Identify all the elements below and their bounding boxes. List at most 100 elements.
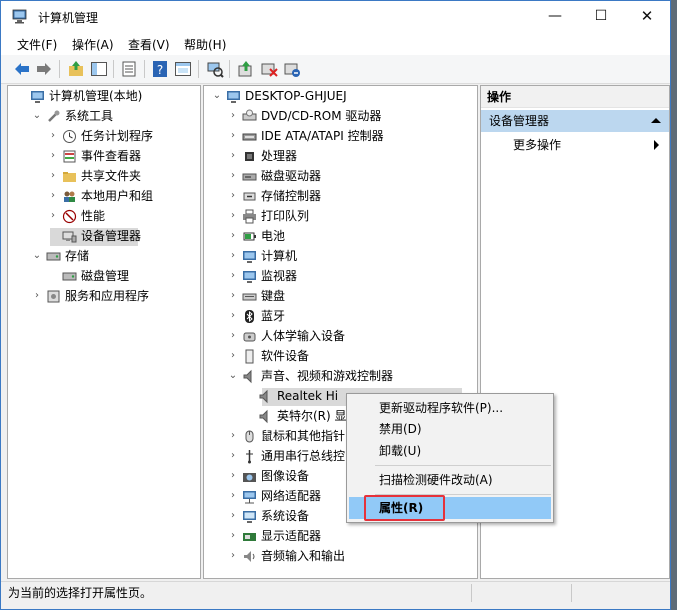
actions-header: 操作 [481,86,669,108]
computer-management-icon [12,9,27,24]
device-tree-item-label: DESKTOP-GHJUEJ [245,89,347,103]
device-tree-item-label: IDE ATA/ATAPI 控制器 [261,129,384,143]
expand-chevron-icon[interactable]: › [228,466,238,486]
minimize-button[interactable]: — [532,1,578,32]
speaker-icon [258,409,273,424]
collapse-chevron-icon[interactable]: ⌄ [32,246,42,266]
collapse-triangle-icon[interactable] [651,118,661,123]
expand-chevron-icon[interactable]: › [228,226,238,246]
expand-chevron-icon[interactable]: › [228,546,238,566]
submenu-arrow-icon [654,140,659,150]
disk-management-icon [62,269,77,284]
expand-chevron-icon[interactable]: › [48,126,58,146]
device-manager-icon [62,229,77,244]
printer-icon [242,209,257,224]
device-tree-item-label: Realtek Hi [277,389,339,403]
expand-chevron-icon[interactable]: › [228,186,238,206]
device-tree-item-label: 图像设备 [261,469,310,483]
update-driver-icon[interactable] [237,60,255,78]
expand-chevron-icon[interactable]: › [228,446,238,466]
disable-device-icon[interactable] [260,60,278,78]
system-device-icon [242,509,257,524]
computer-management-icon [30,89,45,104]
expand-chevron-icon[interactable]: › [228,286,238,306]
expand-chevron-icon[interactable]: › [48,146,58,166]
show-hide-tree-icon[interactable] [90,60,108,78]
forward-arrow-icon[interactable] [35,60,53,78]
help-icon[interactable]: ? [151,60,169,78]
ide-controller-icon [242,129,257,144]
expand-chevron-icon[interactable]: › [228,266,238,286]
expand-chevron-icon[interactable]: › [228,246,238,266]
menu-file[interactable]: 文件(F) [17,36,57,53]
actions-section-device-manager[interactable]: 设备管理器 [481,110,669,132]
device-tree-item-label: 监视器 [261,269,298,283]
monitor-icon [242,249,257,264]
maximize-button[interactable]: ☐ [578,1,624,32]
battery-icon [242,229,257,244]
expand-chevron-icon[interactable]: › [228,126,238,146]
expand-chevron-icon[interactable]: › [228,166,238,186]
shared-folder-icon [62,169,77,184]
network-adapter-icon [242,489,257,504]
uninstall-device-icon[interactable] [283,60,301,78]
expand-chevron-icon[interactable]: › [228,426,238,446]
menu-update-driver[interactable]: 更新驱动程序软件(P)... [379,398,503,418]
nav-tree-item-label: 性能 [81,209,106,223]
expand-chevron-icon[interactable]: › [228,346,238,366]
processor-icon [242,149,257,164]
device-tree-item-label: 通用串行总线控 [261,449,346,463]
scan-hardware-icon[interactable] [206,60,224,78]
device-tree-item-label: 音频输入和输出 [261,549,346,563]
expand-chevron-icon[interactable]: › [228,326,238,346]
status-divider [471,584,472,602]
expand-chevron-icon[interactable]: › [48,166,58,186]
device-tree-item-label: 存储控制器 [261,189,322,203]
toolbar-separator [229,60,230,78]
device-tree-item-label: 磁盘驱动器 [261,169,322,183]
more-actions[interactable]: 更多操作 [513,136,561,153]
menu-view[interactable]: 查看(V) [128,36,170,53]
device-tree-item-label: 显示适配器 [261,529,322,543]
storage-controller-icon [242,189,257,204]
display-adapter-icon [242,529,257,544]
expand-chevron-icon[interactable]: › [48,206,58,226]
tools-icon [46,109,61,124]
device-tree-item-label: 声音、视频和游戏控制器 [261,369,394,383]
expand-chevron-icon[interactable]: › [228,506,238,526]
device-tree-item-label: 键盘 [261,289,286,303]
collapse-chevron-icon[interactable]: ⌄ [32,106,42,126]
menu-bar: 文件(F) 操作(A) 查看(V) 帮助(H) [1,33,670,55]
close-button[interactable]: ✕ [624,1,670,32]
properties-icon[interactable] [120,60,138,78]
expand-chevron-icon[interactable]: › [228,526,238,546]
status-divider [571,584,572,602]
disk-drive-icon [242,169,257,184]
menu-help[interactable]: 帮助(H) [184,36,226,53]
device-tree-item-label: 系统设备 [261,509,310,523]
back-arrow-icon[interactable] [13,60,31,78]
expand-chevron-icon[interactable]: › [32,286,42,306]
collapse-chevron-icon[interactable]: ⌄ [212,86,222,106]
expand-chevron-icon[interactable]: › [228,146,238,166]
clock-icon [62,129,77,144]
menu-action[interactable]: 操作(A) [72,36,114,53]
expand-chevron-icon[interactable]: › [228,486,238,506]
nav-tree-item-label: 系统工具 [65,109,114,123]
nav-tree-item-label: 计算机管理(本地) [49,89,143,103]
menu-disable[interactable]: 禁用(D) [379,419,422,439]
help-topics-icon[interactable] [174,60,192,78]
expand-chevron-icon[interactable]: › [48,186,58,206]
software-device-icon [242,349,257,364]
up-folder-icon[interactable] [67,60,85,78]
toolbar-separator [198,60,199,78]
menu-uninstall[interactable]: 卸载(U) [379,441,421,461]
audio-io-icon [242,549,257,564]
expand-chevron-icon[interactable]: › [228,306,238,326]
speaker-icon [242,369,257,384]
collapse-chevron-icon[interactable]: ⌄ [228,366,238,386]
expand-chevron-icon[interactable]: › [228,206,238,226]
menu-scan-hardware[interactable]: 扫描检测硬件改动(A) [379,470,493,490]
expand-chevron-icon[interactable]: › [228,106,238,126]
speaker-icon [258,389,273,404]
